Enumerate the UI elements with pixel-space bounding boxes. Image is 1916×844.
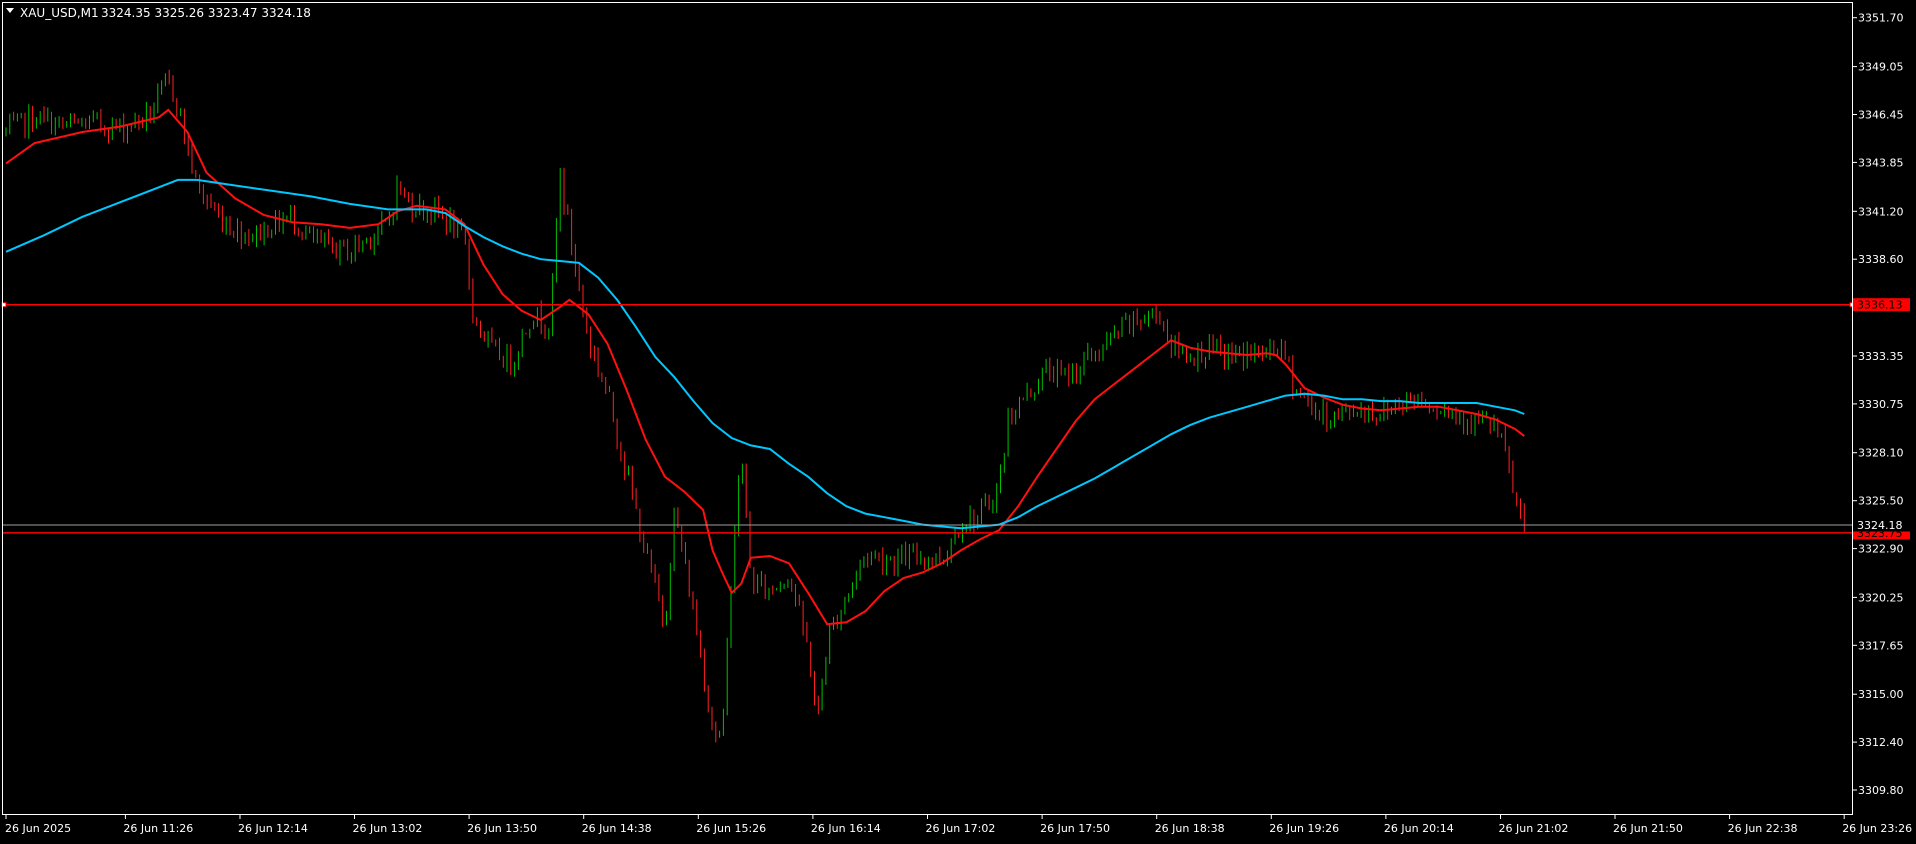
x-tick-label: 26 Jun 20:14 (1384, 822, 1454, 835)
y-tick-label: 3330.75 (1858, 398, 1904, 411)
chart-header: XAU_USD,M1 3324.35 3325.26 3323.47 3324.… (6, 6, 311, 20)
x-tick-label: 26 Jun 22:38 (1728, 822, 1798, 835)
x-tick-label: 26 Jun 21:50 (1613, 822, 1683, 835)
x-tick-label: 26 Jun 15:26 (696, 822, 766, 835)
x-tick-label: 26 Jun 23:26 (1842, 822, 1912, 835)
y-tick-label: 3346.45 (1858, 109, 1904, 122)
y-tick-label: 3333.35 (1858, 350, 1904, 363)
x-tick-label: 26 Jun 21:02 (1499, 822, 1569, 835)
x-tick-label: 26 Jun 16:14 (811, 822, 881, 835)
y-tick-label: 3312.40 (1858, 736, 1904, 749)
x-tick-label: 26 Jun 11:26 (123, 822, 193, 835)
x-tick-label: 26 Jun 2025 (5, 822, 71, 835)
x-tick-label: 26 Jun 13:50 (467, 822, 537, 835)
x-tick-label: 26 Jun 17:50 (1040, 822, 1110, 835)
chart-background (0, 0, 1916, 840)
y-tick-label: 3325.50 (1858, 495, 1904, 508)
y-tick-label: 3320.25 (1858, 591, 1904, 604)
chart-window[interactable]: 3351.70 3349.05 3346.45 3343.85 3341.20 3338.… (0, 0, 1916, 840)
y-tick-label: 3309.80 (1858, 784, 1904, 797)
level-price-tag-label: 3336.13 (1857, 299, 1903, 312)
y-tick-label: 3341.20 (1858, 205, 1904, 218)
y-tick-label: 3317.65 (1858, 639, 1904, 652)
x-tick-label: 26 Jun 14:38 (582, 822, 652, 835)
y-tick-label: 3351.70 (1858, 12, 1904, 25)
x-tick-label: 26 Jun 19:26 (1269, 822, 1339, 835)
x-tick-label: 26 Jun 18:38 (1155, 822, 1225, 835)
x-tick-label: 26 Jun 13:02 (353, 822, 423, 835)
x-tick-label: 26 Jun 17:02 (926, 822, 996, 835)
y-tick-label: 3343.85 (1858, 156, 1904, 169)
y-tick-label: 3322.90 (1858, 543, 1904, 556)
x-tick-label: 26 Jun 12:14 (238, 822, 308, 835)
ohlc-label: 3324.35 3325.26 3323.47 3324.18 (101, 6, 311, 20)
y-tick-label: 3338.60 (1858, 253, 1904, 266)
y-tick-label: 3315.00 (1858, 688, 1904, 701)
y-tick-label: 3349.05 (1858, 61, 1904, 74)
symbol-label: XAU_USD,M1 (20, 6, 99, 20)
bid-price-tag-label: 3324.18 (1857, 519, 1903, 532)
price-chart[interactable]: 3351.70 3349.05 3346.45 3343.85 3341.20 3338.… (0, 0, 1916, 840)
y-tick-label: 3328.10 (1858, 447, 1904, 460)
